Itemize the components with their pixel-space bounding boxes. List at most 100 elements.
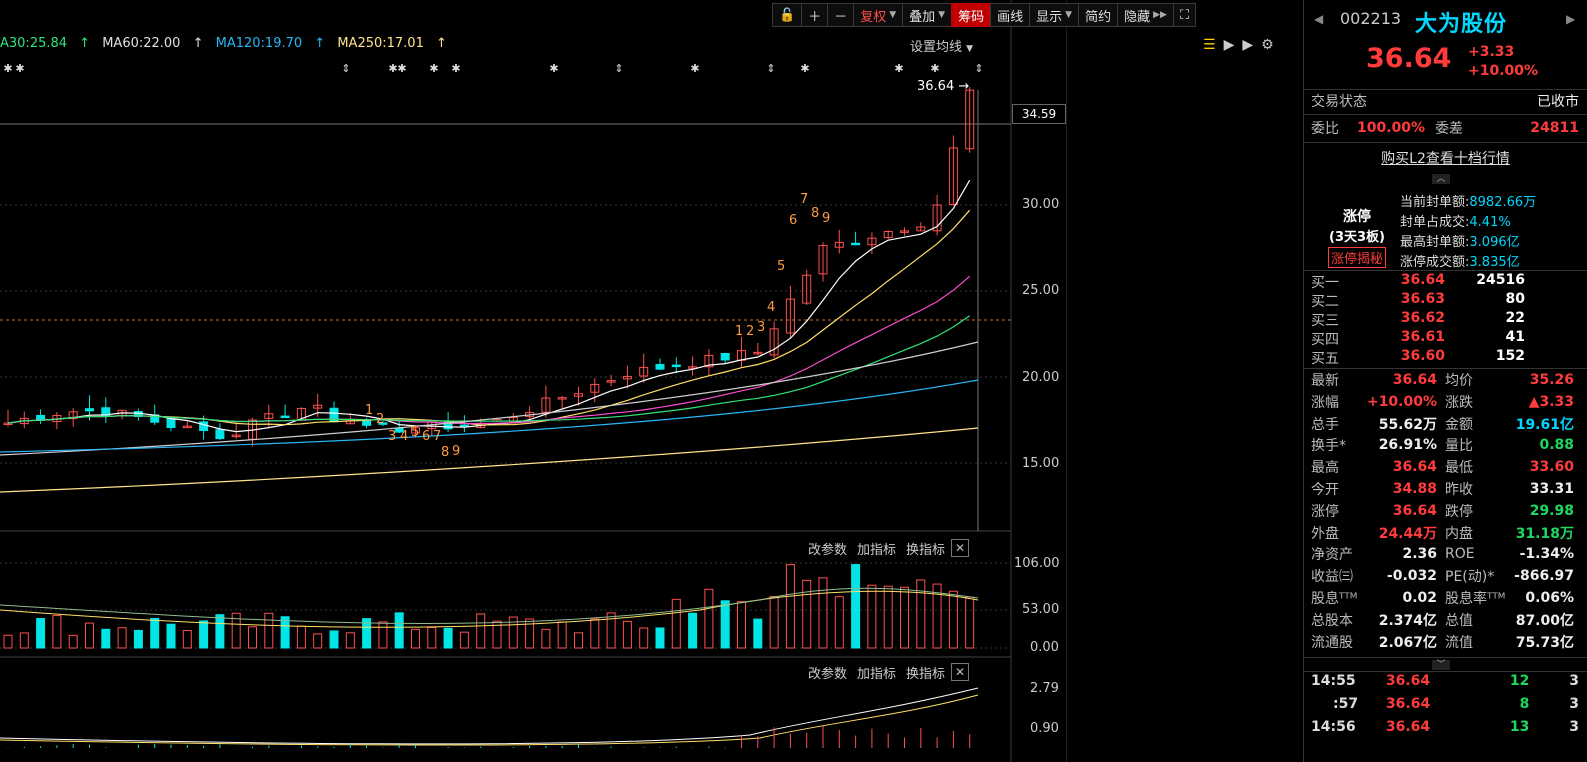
stat-value: 2.067亿 xyxy=(1378,634,1437,651)
candle-body xyxy=(85,408,94,412)
stat-value: 36.64 xyxy=(1392,372,1437,388)
stat-value: 35.26 xyxy=(1529,372,1574,388)
zoom-out-button[interactable]: － xyxy=(827,3,855,27)
order-ratio-value: 100.00% xyxy=(1357,120,1426,136)
price-axis-label: 15.00 xyxy=(1022,456,1060,471)
switch-indicator-button[interactable]: 换指标 xyxy=(906,539,945,558)
buy-l2-link[interactable]: 购买L2查看十档行情 xyxy=(1304,148,1587,168)
stat-label: 金额 xyxy=(1445,416,1473,433)
prev-stock-icon[interactable]: ◀ xyxy=(1314,12,1323,26)
stat-label: 外盘 xyxy=(1311,525,1339,542)
stat-label: 涨幅 xyxy=(1311,394,1339,411)
stat-value: 24.44万 xyxy=(1378,525,1437,542)
ma-setting-button[interactable]: 设置均线 ▼ xyxy=(910,36,973,55)
dropdown-arrow-icon: ▼ xyxy=(966,44,974,54)
collapse-caret-icon[interactable]: ︿ xyxy=(1432,174,1450,184)
fuquan-dropdown[interactable]: 复权 ▼ xyxy=(853,3,904,27)
play-icon[interactable]: ▶ xyxy=(1224,37,1235,53)
marker-star: ✱ xyxy=(429,62,438,75)
stat-cell: 股息率ᵀᵀᴹ 0.06% xyxy=(1445,587,1574,609)
stat-label: 最新 xyxy=(1311,373,1339,389)
gear-icon[interactable]: ⚙ xyxy=(1261,37,1274,53)
stat-cell: 跌停 29.98 xyxy=(1445,500,1574,522)
close-icon[interactable]: ✕ xyxy=(951,539,970,557)
stat-label: 股息ᵀᵀᴹ xyxy=(1311,591,1358,607)
volume-bar xyxy=(459,631,469,649)
stat-cell: 流通股 2.067亿 xyxy=(1311,631,1437,653)
volume-axis-label: 106.00 xyxy=(1014,556,1060,571)
bid-row: 买一 36.64 24516 xyxy=(1311,272,1525,291)
stat-cell: 最高 36.64 xyxy=(1311,456,1437,478)
next-stock-icon[interactable]: ▶ xyxy=(1566,12,1575,26)
volume-bar xyxy=(590,618,600,649)
change-params-button[interactable]: 改参数 xyxy=(808,663,847,682)
quote-header: ◀ 002213 大为股份 ▶ xyxy=(1304,0,1587,44)
td-number: 4 xyxy=(767,300,775,315)
quote-panel: ◀ 002213 大为股份 ▶ 36.64 +3.33 +10.00% 交易状态… xyxy=(1303,0,1587,762)
volume-bar xyxy=(296,625,306,649)
stat-label: 总手 xyxy=(1311,416,1339,433)
add-indicator-button[interactable]: 加指标 xyxy=(857,663,896,682)
change-value: +3.33 xyxy=(1468,44,1515,60)
td-number: 2 xyxy=(376,412,384,427)
volume-bar xyxy=(867,584,877,649)
td-number: 1 xyxy=(365,403,373,418)
kline-chart[interactable]: ✱ ✱ ⇕ ✱ ✱ ✱ ✱ ✱ ⇕ ✱ ⇕ ✱ ✱ ✱ ⇕45678 91 2 3123 4 5 6 78 9 xyxy=(0,0,1067,762)
hide-button[interactable]: 隐藏 ▶▶ xyxy=(1117,3,1174,27)
volume-bar xyxy=(52,615,62,649)
chips-button[interactable]: 筹码 xyxy=(951,3,992,27)
td-number: 1 xyxy=(735,324,743,339)
switch-indicator-button[interactable]: 换指标 xyxy=(906,663,945,682)
indicator-axis-label: 2.79 xyxy=(1030,681,1059,696)
trade-status-value: 已收市 xyxy=(1537,94,1579,110)
add-indicator-button[interactable]: 加指标 xyxy=(857,539,896,558)
volume-bar xyxy=(101,628,111,649)
lock-button[interactable]: 🔓 xyxy=(772,3,803,27)
expand-caret-icon[interactable]: ﹀ xyxy=(1432,660,1450,670)
volume-bar xyxy=(68,634,78,649)
stat-cell: 金额 19.61亿 xyxy=(1445,413,1574,435)
dropdown-arrow-icon: ▼ xyxy=(889,10,897,20)
stat-value: 31.18万 xyxy=(1515,525,1574,542)
volume-bar xyxy=(948,590,958,649)
change-params-button[interactable]: 改参数 xyxy=(808,539,847,558)
play-alt-icon[interactable]: ▶ xyxy=(1242,37,1253,53)
stat-value: 87.00亿 xyxy=(1515,612,1574,629)
volume-bar xyxy=(785,564,795,649)
simple-button[interactable]: 简约 xyxy=(1078,3,1119,27)
td-number: 6 xyxy=(422,429,430,444)
volume-bar xyxy=(900,586,909,649)
limit-up-box: 涨停 (3天3板) 涨停揭秘 xyxy=(1326,206,1388,268)
volume-bar xyxy=(704,588,714,649)
draw-line-button[interactable]: 画线 xyxy=(990,3,1031,27)
order-ratio-label: 委比 xyxy=(1311,121,1339,137)
ma250-line xyxy=(0,427,979,493)
stat-value: 0.88 xyxy=(1539,437,1574,454)
stat-cell: 收益㈢ -0.032 xyxy=(1311,565,1437,587)
stat-cell: 净资产 2.36 xyxy=(1311,543,1437,565)
candle-body xyxy=(362,420,372,426)
stat-value: 34.88 xyxy=(1392,481,1437,497)
tick-row: 14:55 36.64 12 3 xyxy=(1311,673,1580,689)
volume-bar xyxy=(639,627,649,649)
ma-legend: A30:25.84 ↑ MA60:22.00 ↑ MA120:19.70 ↑ M… xyxy=(0,36,455,51)
stat-cell: 今开 34.88 xyxy=(1311,478,1437,500)
stat-label: 均价 xyxy=(1445,373,1473,389)
overlay-dropdown[interactable]: 叠加 ▼ xyxy=(902,3,953,27)
limit-up-reveal-button[interactable]: 涨停揭秘 xyxy=(1327,247,1386,268)
display-dropdown[interactable]: 显示 ▼ xyxy=(1029,3,1080,27)
marker-star: ⇕ xyxy=(974,62,983,75)
volume-bar xyxy=(85,622,94,649)
minus-icon: － xyxy=(834,9,848,25)
chart-area[interactable]: ✱ ✱ ⇕ ✱ ✱ ✱ ✱ ✱ ⇕ ✱ ⇕ ✱ ✱ ✱ ⇕ 4 5 6 7 8 9 1 2 3 1 2 3 4 5 6 7 8 9 🔓 ＋ － … xyxy=(0,0,1274,762)
draw-line-label: 画线 xyxy=(997,9,1024,25)
volume-bar xyxy=(671,598,681,649)
stat-value: 36.64 xyxy=(1392,502,1437,519)
zoom-in-button[interactable]: ＋ xyxy=(801,3,829,27)
volume-bar xyxy=(443,627,453,649)
order-diff-label: 委差 xyxy=(1435,121,1464,137)
fullscreen-button[interactable]: ⛶ xyxy=(1172,3,1197,27)
chip-bars-icon[interactable]: ☰ xyxy=(1203,37,1216,53)
marker-star: ✱ xyxy=(894,62,903,75)
close-icon[interactable]: ✕ xyxy=(951,663,970,681)
